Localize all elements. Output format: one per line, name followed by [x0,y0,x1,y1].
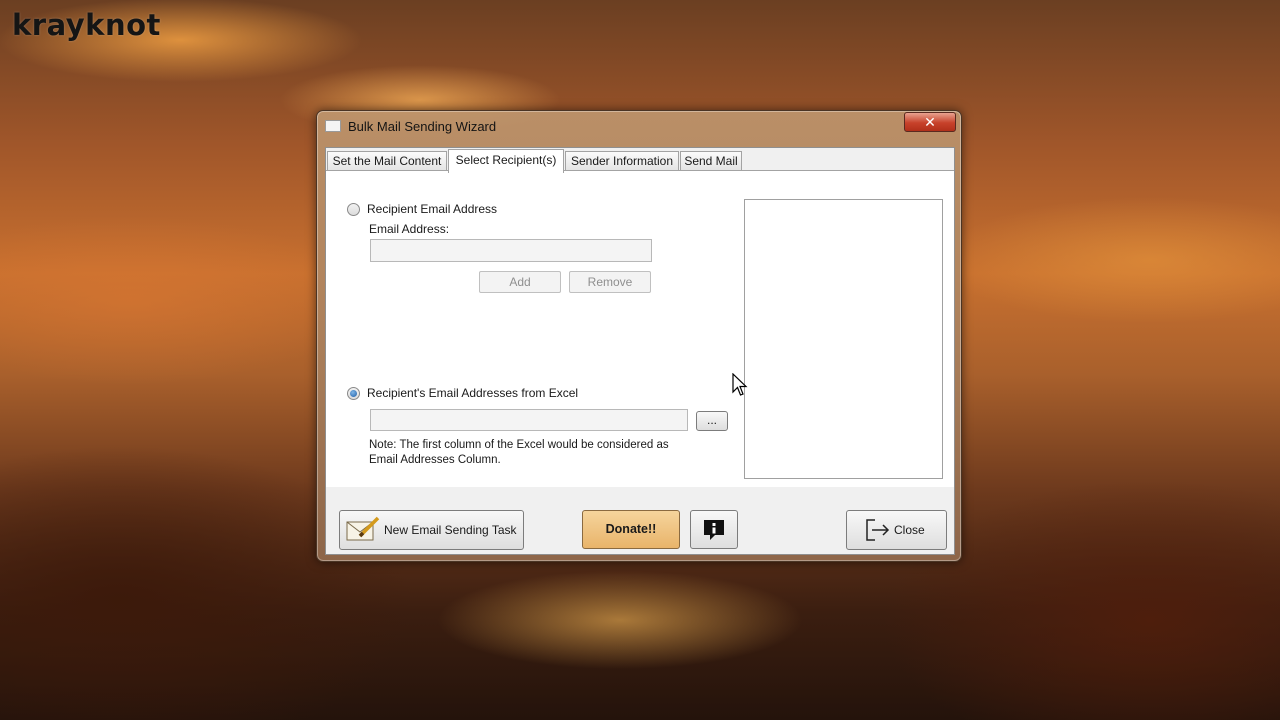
excel-recipients-radio-label: Recipient's Email Addresses from Excel [367,386,579,400]
info-button[interactable] [690,510,738,549]
recipients-listbox[interactable] [744,199,943,479]
new-email-task-label: New Email Sending Task [384,523,517,537]
title-bar[interactable]: Bulk Mail Sending Wizard ✕ [317,111,961,143]
browse-excel-button[interactable]: ... [696,411,728,431]
new-email-task-button[interactable]: New Email Sending Task [339,510,524,550]
mouse-pointer-icon [732,373,748,396]
email-address-label: Email Address: [369,222,450,236]
window-close-button[interactable]: ✕ [904,112,956,132]
wizard-window: Bulk Mail Sending Wizard ✕ Set the Mail … [316,110,962,562]
add-button[interactable]: Add [479,271,561,293]
client-area: Set the Mail Content Select Recipient(s)… [325,147,955,555]
tab-send-mail[interactable]: Send Mail [680,151,742,171]
excel-note: Note: The first column of the Excel woul… [369,439,669,466]
tab-set-mail-content[interactable]: Set the Mail Content [327,151,447,171]
tab-select-recipients[interactable]: Select Recipient(s) [448,149,564,173]
envelope-pencil-icon [346,516,380,541]
exit-arrow-icon [866,519,890,541]
excel-recipients-radio[interactable] [347,387,360,400]
app-icon [325,120,341,132]
excel-path-input[interactable] [370,409,688,431]
recipient-email-radio[interactable] [347,203,360,216]
recipient-email-radio-label: Recipient Email Address [367,202,498,216]
close-button-label: Close [894,523,925,537]
info-bubble-icon [704,520,724,540]
select-recipients-panel: Recipient Email Address Email Address: A… [326,170,954,487]
remove-button[interactable]: Remove [569,271,651,293]
tab-sender-information[interactable]: Sender Information [565,151,679,171]
donate-button[interactable]: Donate!! [582,510,680,549]
window-title: Bulk Mail Sending Wizard [348,119,497,134]
watermark-logo: krayknot [12,8,161,42]
email-address-input[interactable] [370,239,652,262]
close-button[interactable]: Close [846,510,947,550]
